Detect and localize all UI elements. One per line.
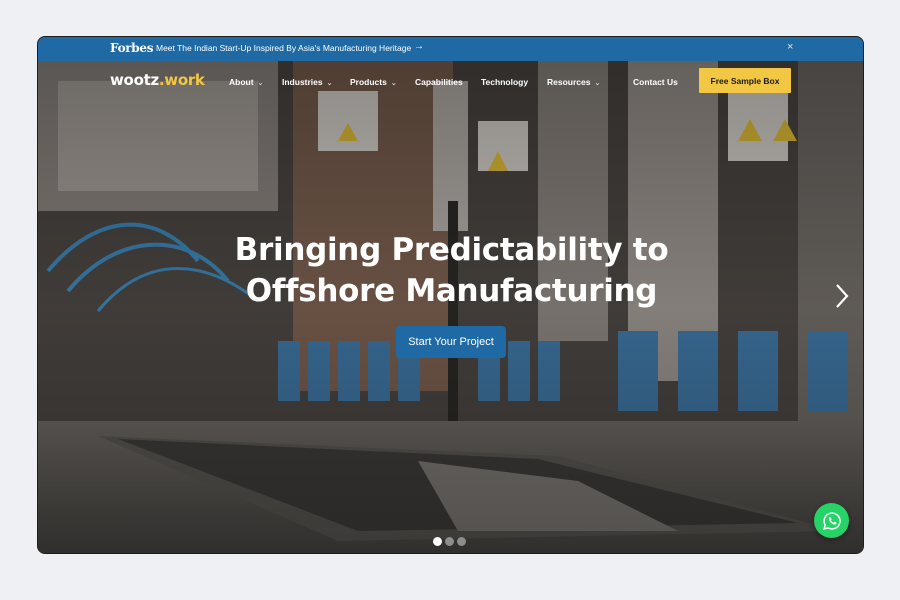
logo-suffix: .work (158, 71, 205, 89)
site-logo[interactable]: wootz.work (110, 71, 205, 89)
nav-item-industries[interactable]: Industries ⌄ (282, 77, 333, 87)
whatsapp-icon (822, 511, 841, 530)
announcement-text[interactable]: Meet The Indian Start-Up Inspired By Asi… (156, 43, 411, 53)
chevron-down-icon: ⌄ (594, 80, 601, 87)
free-sample-box-button[interactable]: Free Sample Box (699, 68, 791, 93)
nav-label: Industries (282, 77, 323, 87)
nav-item-products[interactable]: Products ⌄ (350, 77, 397, 87)
chevron-down-icon: ⌄ (390, 80, 397, 87)
chevron-right-icon[interactable] (833, 281, 851, 311)
carousel-dot-2[interactable] (445, 537, 454, 546)
nav-label: Technology (481, 77, 529, 87)
nav-item-resources[interactable]: Resources ⌄ (547, 77, 600, 87)
contact-us-link[interactable]: Contact Us (633, 77, 678, 87)
announcement-bar[interactable]: Forbes Meet The Indian Start-Up Inspired… (38, 37, 863, 61)
carousel-dot-1[interactable] (433, 537, 442, 546)
nav-label: About (229, 77, 254, 87)
carousel-pagination (433, 537, 466, 546)
arrow-right-icon[interactable]: → (414, 41, 424, 52)
nav-label: Capabilities (415, 77, 463, 87)
nav-label: Products (350, 77, 387, 87)
close-icon[interactable]: × (787, 41, 793, 53)
chevron-down-icon: ⌄ (326, 80, 333, 87)
headline-line-2: Offshore Manufacturing (245, 273, 658, 309)
browser-viewport: Forbes Meet The Indian Start-Up Inspired… (37, 36, 864, 554)
nav-label: Resources (547, 77, 591, 87)
forbes-logo: Forbes (110, 41, 154, 55)
whatsapp-chat-button[interactable] (814, 503, 849, 538)
carousel-dot-3[interactable] (457, 537, 466, 546)
logo-text: wootz (110, 71, 159, 89)
start-your-project-button[interactable]: Start Your Project (396, 326, 506, 358)
hero-headline: Bringing Predictability to Offshore Manu… (188, 230, 715, 312)
headline-line-1: Bringing Predictability to (234, 232, 669, 268)
chevron-down-icon: ⌄ (257, 80, 264, 87)
nav-item-technology[interactable]: Technology (481, 77, 528, 87)
nav-item-about[interactable]: About ⌄ (229, 77, 263, 87)
nav-item-capabilities[interactable]: Capabilities (415, 77, 463, 87)
